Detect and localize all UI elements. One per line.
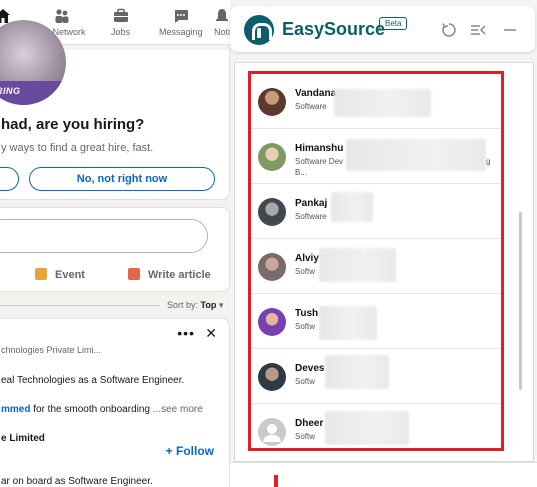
beta-badge: Beta <box>379 17 408 30</box>
footer-red-marker <box>274 475 278 487</box>
event-label: Event <box>55 269 85 281</box>
default-user-icon <box>258 418 286 446</box>
candidate-avatar <box>258 143 286 171</box>
candidate-row[interactable]: Pankaj Software <box>251 184 501 239</box>
write-article-action[interactable]: Write article <box>128 268 211 281</box>
candidate-avatar <box>258 363 286 391</box>
start-post-card: Event Write article <box>0 207 230 292</box>
candidate-name: Himanshu <box>295 143 344 154</box>
feed-text-line: eal Technologies as a Software Engineer. <box>1 375 185 386</box>
nav-messaging-label: Messaging <box>159 27 203 37</box>
nav-messaging[interactable]: Messaging <box>159 8 203 37</box>
feed-post-card: ••• ✕ chnologies Private Limi... eal Tec… <box>0 318 230 487</box>
feed-after-link: for the smooth onboarding <box>33 404 150 415</box>
candidate-row[interactable]: Deves Softw <box>251 349 501 404</box>
candidate-row[interactable]: Alviy Softw <box>251 239 501 294</box>
candidate-avatar <box>258 88 286 116</box>
caret-down-icon: ▾ <box>218 300 224 310</box>
easysource-logo-icon <box>244 15 274 45</box>
redaction-blur <box>319 306 377 340</box>
bell-icon <box>216 9 228 21</box>
nav-notifications[interactable]: Noti <box>214 8 230 37</box>
feed-text-line-2: mmed for the smooth onboarding ...see mo… <box>1 404 203 415</box>
candidate-subtitle-tail: g <box>486 157 491 166</box>
article-icon <box>128 268 140 280</box>
people-icon <box>55 9 69 23</box>
hiring-badge: IRING <box>0 81 66 105</box>
nav-jobs-label: Jobs <box>111 27 131 37</box>
candidate-avatar <box>258 198 286 226</box>
feed-mention-link[interactable]: mmed <box>1 404 30 415</box>
briefcase-icon <box>113 8 128 22</box>
candidate-name: Deves <box>295 363 325 374</box>
nav-jobs[interactable]: Jobs <box>111 8 130 37</box>
hiring-subtitle: y ways to find a great hire, fast. <box>1 142 154 154</box>
candidate-subtitle-line2: B... <box>295 168 308 177</box>
feed-bottom-line: ar on board as Software Engineer. <box>1 476 153 487</box>
collapse-menu-icon[interactable] <box>470 22 486 38</box>
message-icon <box>174 10 188 23</box>
redaction-blur <box>325 411 409 445</box>
redaction-blur <box>325 355 389 389</box>
candidate-avatar <box>258 308 286 336</box>
redaction-blur <box>346 139 486 171</box>
candidate-subtitle-line1: Software Dev <box>295 157 344 166</box>
hiring-prompt-card: IRING had, are you hiring? y ways to fin… <box>0 20 230 200</box>
candidate-avatar <box>258 253 286 281</box>
event-action[interactable]: Event <box>35 268 85 281</box>
see-more-link[interactable]: ...see more <box>153 404 203 415</box>
redaction-blur <box>319 248 396 282</box>
sort-value: Top <box>200 300 217 310</box>
candidate-row[interactable]: Vandana Software <box>251 74 501 129</box>
candidate-row[interactable]: Dheer Softw <box>251 404 501 447</box>
candidate-name: Vandana <box>295 88 337 99</box>
redaction-blur <box>334 89 431 117</box>
sort-control[interactable]: Sort by: Top ▾ <box>167 300 223 311</box>
write-article-label: Write article <box>148 269 211 281</box>
candidate-name: Dheer <box>295 418 324 429</box>
not-now-button[interactable]: No, not right now <box>29 167 215 191</box>
minimize-icon[interactable] <box>502 22 518 38</box>
list-scrollbar[interactable] <box>519 212 522 390</box>
candidate-row[interactable]: Himanshu Software Dev g B... <box>251 129 501 184</box>
hiring-title: had, are you hiring? <box>1 116 145 133</box>
candidate-row[interactable]: Tush Softw <box>251 294 501 349</box>
feed-company-2: e Limited <box>1 433 45 444</box>
redaction-blur <box>331 192 373 222</box>
yes-hiring-button[interactable] <box>0 167 19 191</box>
candidate-name: Pankaj <box>295 198 328 209</box>
close-icon[interactable]: ✕ <box>205 325 217 342</box>
easysource-title: EasySource <box>282 19 386 39</box>
nav-notifications-label: Noti <box>214 27 231 37</box>
sort-divider <box>0 305 160 306</box>
more-options-icon[interactable]: ••• <box>177 325 195 341</box>
linkedin-page: ome My Network Jobs Messaging Noti IRING… <box>0 0 232 487</box>
candidate-subtitle: Software <box>295 212 327 221</box>
feed-company-line: chnologies Private Limi... <box>1 345 102 355</box>
easysource-header: EasySource Beta <box>230 6 535 52</box>
follow-button[interactable]: + Follow <box>166 444 214 458</box>
easysource-footer <box>230 462 537 487</box>
sort-label: Sort by: <box>167 300 199 310</box>
start-post-input[interactable] <box>0 219 208 253</box>
candidate-name: Tush <box>295 308 319 319</box>
candidate-name: Alviy <box>295 253 319 264</box>
calendar-icon <box>35 268 47 280</box>
refresh-icon[interactable] <box>441 22 457 38</box>
